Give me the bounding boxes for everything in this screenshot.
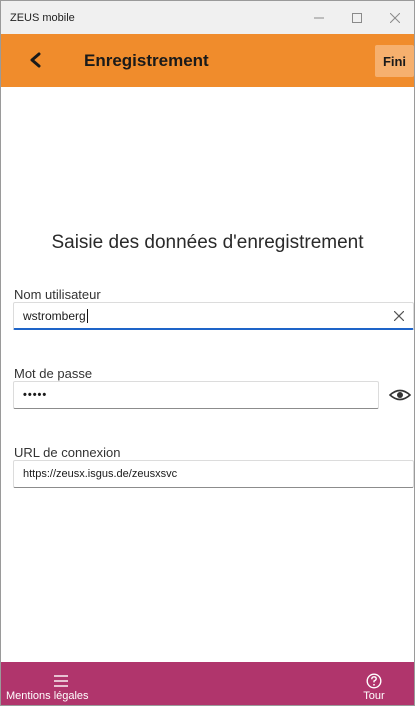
app-header: Enregistrement Fini bbox=[1, 34, 414, 87]
back-button[interactable] bbox=[21, 46, 49, 74]
finish-button[interactable]: Fini bbox=[375, 45, 414, 77]
maximize-button[interactable] bbox=[338, 1, 376, 34]
username-value: wstromberg bbox=[23, 308, 86, 323]
username-label: Nom utilisateur bbox=[14, 287, 101, 302]
username-field[interactable]: wstromberg bbox=[13, 302, 414, 330]
window-controls bbox=[300, 1, 414, 34]
app-window: ZEUS mobile Enregistrement Fini Saisie d… bbox=[0, 0, 415, 706]
close-window-button[interactable] bbox=[376, 1, 414, 34]
legal-notice-button[interactable]: Mentions légales bbox=[1, 662, 121, 705]
bottom-nav: Mentions légales Tour bbox=[1, 662, 414, 705]
eye-icon bbox=[389, 389, 411, 401]
form-heading: Saisie des données d'enregistrement bbox=[51, 232, 364, 253]
close-icon bbox=[390, 12, 400, 23]
legal-notice-label: Mentions légales bbox=[6, 690, 89, 702]
window-title-bar: ZEUS mobile bbox=[1, 1, 414, 34]
menu-icon bbox=[54, 673, 68, 688]
chevron-left-icon bbox=[30, 52, 41, 68]
url-value: https://zeusx.isgus.de/zeusxsvc bbox=[23, 468, 178, 480]
password-label: Mot de passe bbox=[14, 366, 93, 381]
minimize-button[interactable] bbox=[300, 1, 338, 34]
minimize-icon bbox=[314, 17, 324, 18]
help-icon bbox=[366, 672, 382, 689]
tour-button[interactable]: Tour bbox=[351, 662, 397, 705]
clear-icon bbox=[394, 311, 404, 321]
page-title: Enregistrement bbox=[84, 51, 209, 70]
url-field[interactable]: https://zeusx.isgus.de/zeusxsvc bbox=[13, 460, 414, 488]
tour-label: Tour bbox=[363, 690, 385, 702]
password-value: ••••• bbox=[23, 389, 48, 401]
text-caret bbox=[86, 308, 88, 323]
url-label: URL de connexion bbox=[14, 445, 121, 460]
show-password-button[interactable] bbox=[388, 386, 412, 404]
window-title: ZEUS mobile bbox=[10, 11, 75, 24]
password-field[interactable]: ••••• bbox=[13, 381, 379, 409]
clear-username-button[interactable] bbox=[391, 308, 407, 324]
maximize-icon bbox=[352, 12, 362, 23]
